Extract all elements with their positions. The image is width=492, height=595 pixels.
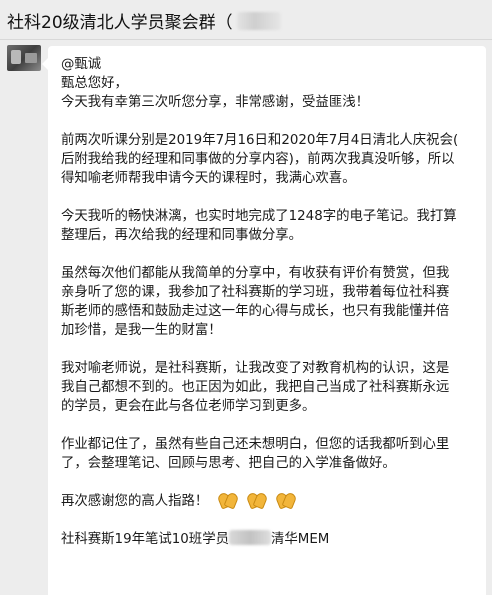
paragraph-line: 后附我给我的经理和同事做的分享内容)，前两次我真没听够，所以 bbox=[61, 152, 455, 167]
paragraph-line: 虽然每次他们都能从我简单的分享中，有收获有评价有赞赏，但我 bbox=[61, 266, 450, 281]
paragraph-line: 作业都记住了，虽然有些自己还未想明白，但您的话我都听到心里 bbox=[61, 437, 450, 452]
paragraph-line: 了，会整理笔记、回顾与思考、把自己的入学准备做好。 bbox=[61, 456, 396, 471]
paragraph-line: 我对喻老师说，是社科赛斯，让我改变了对教育机构的认识，这是 bbox=[61, 361, 450, 376]
paragraph-line: 我自己都想不到的。也正因为如此，我把自己当成了社科赛斯永远 bbox=[61, 380, 450, 395]
paragraph-line: 加珍惜，是我一生的财富！ bbox=[61, 323, 222, 338]
mention[interactable]: @甄诚 bbox=[61, 55, 483, 74]
paragraph-line: 的学员，更会在此与各位老师学习到更多。 bbox=[61, 399, 316, 414]
greeting-line: 甄总您好， bbox=[61, 76, 128, 91]
blurred-name bbox=[228, 530, 271, 545]
chat-title-text: 社科20级清北人学员聚会群（ bbox=[7, 13, 233, 33]
clap-emoji-icon bbox=[276, 492, 295, 507]
thanks-text: 再次感谢您的高人指路！ bbox=[61, 494, 209, 509]
sender-avatar[interactable] bbox=[7, 45, 41, 71]
paragraph-line: 前两次听课分别是2019年7月16日和2020年7月4日清北人庆祝会( bbox=[61, 133, 459, 148]
clap-emoji-icon bbox=[247, 492, 266, 507]
blurred-member-count bbox=[236, 12, 281, 30]
paragraph-line: 斯老师的感悟和鼓励走过这一年的心得与成长，也只有我能懂并倍 bbox=[61, 304, 450, 319]
thanks-line: 再次感谢您的高人指路！ bbox=[61, 492, 483, 511]
paragraph-line: 今天我听的畅快淋漓，也实时地完成了1248字的电子笔记。我打算 bbox=[61, 209, 457, 224]
paragraph-line: 亲身听了您的课，我参加了社科赛斯的学习班，我带着每位社科赛 bbox=[61, 285, 450, 300]
avatar-shape bbox=[25, 53, 37, 63]
avatar-shape bbox=[11, 50, 21, 64]
chat-title[interactable]: 社科20级清北人学员聚会群（ bbox=[7, 8, 281, 33]
signature-line: 社科赛斯19年笔试10班学员 清华MEM bbox=[61, 530, 483, 549]
clap-emoji-icon bbox=[218, 492, 237, 507]
signature-prefix: 社科赛斯19年笔试10班学员 bbox=[61, 532, 229, 547]
message-bubble[interactable]: @甄诚 甄总您好， 今天我有幸第三次听您分享，非常感谢，受益匪浅！ 前两次听课分… bbox=[42, 46, 486, 595]
paragraph-line: 今天我有幸第三次听您分享，非常感谢，受益匪浅！ bbox=[61, 95, 369, 110]
paragraph-line: 整理后，再次给我的经理和同事做分享。 bbox=[61, 228, 303, 243]
message-text: @甄诚 甄总您好， 今天我有幸第三次听您分享，非常感谢，受益匪浅！ 前两次听课分… bbox=[61, 55, 483, 549]
signature-suffix: 清华MEM bbox=[270, 532, 330, 547]
chat-header: 社科20级清北人学员聚会群（ bbox=[0, 0, 492, 40]
paragraph-line: 得知喻老师帮我申请今天的课程时，我满心欢喜。 bbox=[61, 171, 356, 186]
